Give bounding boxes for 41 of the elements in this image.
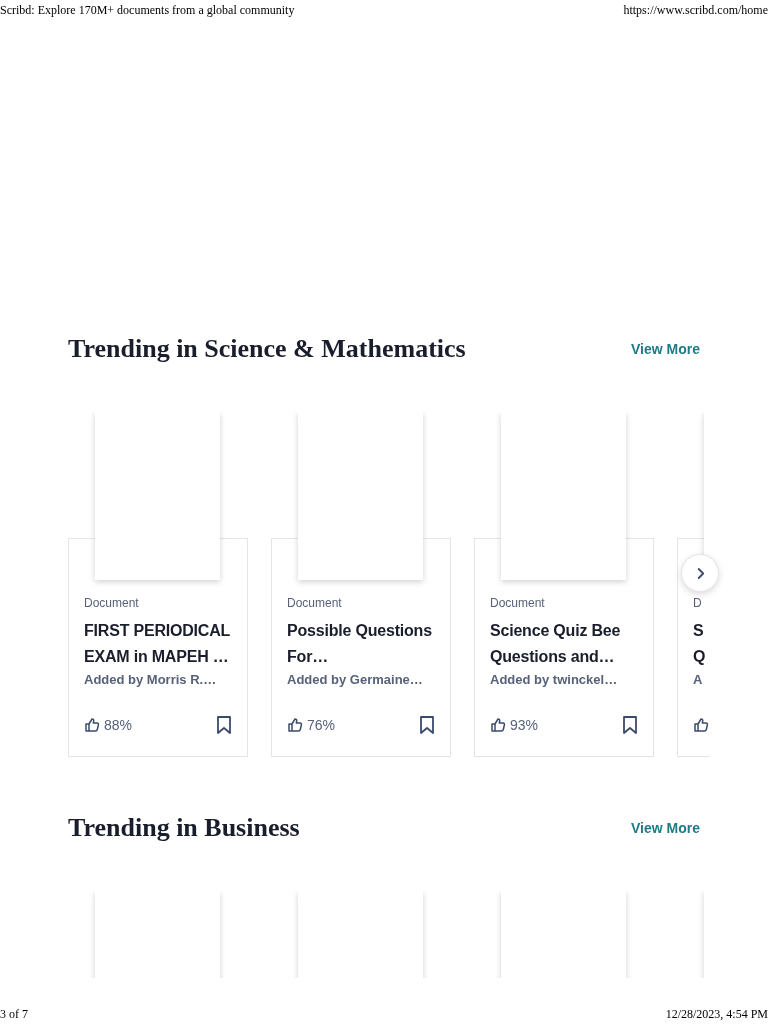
document-thumbnail[interactable] bbox=[298, 412, 423, 580]
section-title: Trending in Business bbox=[68, 812, 300, 844]
document-type: D bbox=[693, 595, 703, 611]
bookmark-button[interactable] bbox=[419, 716, 435, 734]
page-title: Scribd: Explore 170M+ documents from a global community bbox=[0, 2, 295, 19]
page-url: https://www.scribd.com/home bbox=[623, 2, 768, 19]
bookmark-icon bbox=[216, 716, 232, 734]
author-text: Added by Germaine… bbox=[287, 671, 424, 689]
rating-text: 88% bbox=[104, 715, 133, 735]
view-more-link[interactable]: View More bbox=[631, 817, 700, 839]
document-title[interactable]: Possible Questions For… bbox=[287, 618, 442, 670]
bookmark-icon bbox=[419, 716, 435, 734]
rating-text: 93% bbox=[510, 715, 539, 735]
document-title[interactable]: Science Quiz Bee Questions and… bbox=[490, 618, 645, 670]
chevron-right-icon bbox=[695, 566, 705, 580]
document-thumbnail[interactable] bbox=[501, 412, 626, 580]
thumbs-up-icon bbox=[84, 717, 100, 733]
document-card[interactable]: Document Science Quiz Bee Questions and… Added by twinckel… 93% bbox=[474, 538, 654, 757]
rating-text: 76% bbox=[307, 715, 336, 735]
author-text: Added by Morris R.… bbox=[84, 671, 218, 689]
document-title[interactable]: FIRST PERIODICAL EXAM in MAPEH … bbox=[84, 618, 239, 670]
thumbs-up-icon bbox=[693, 717, 709, 733]
bookmark-button[interactable] bbox=[216, 716, 232, 734]
document-type: Document bbox=[490, 595, 546, 611]
print-date: 12/28/2023, 4:54 PM bbox=[665, 1006, 768, 1023]
bookmark-button[interactable] bbox=[622, 716, 638, 734]
author-text: Added by twinckel… bbox=[490, 671, 619, 689]
document-thumbnail[interactable] bbox=[95, 412, 220, 580]
document-card[interactable]: Document Possible Questions For… Added by Germaine… 76% bbox=[271, 538, 451, 757]
page-number: 3 of 7 bbox=[0, 1006, 28, 1023]
view-more-link[interactable]: View More bbox=[631, 338, 700, 360]
document-title[interactable]: S Q bbox=[693, 618, 706, 670]
thumbs-up-icon bbox=[287, 717, 303, 733]
next-button[interactable] bbox=[681, 554, 719, 592]
document-type: Document bbox=[84, 595, 140, 611]
author-text: A bbox=[693, 671, 704, 689]
section-title: Trending in Science & Mathematics bbox=[68, 333, 466, 365]
bookmark-icon bbox=[622, 716, 638, 734]
document-type: Document bbox=[287, 595, 343, 611]
thumbs-up-icon bbox=[490, 717, 506, 733]
document-card[interactable]: Document FIRST PERIODICAL EXAM in MAPEH … Added by Morris R.… 88% bbox=[68, 538, 248, 757]
